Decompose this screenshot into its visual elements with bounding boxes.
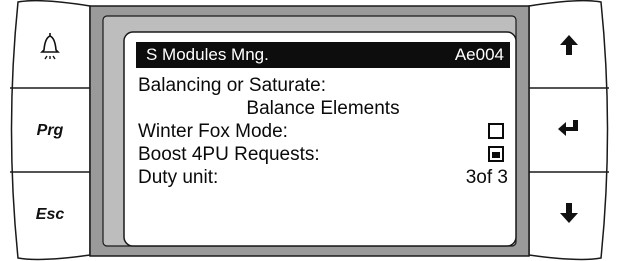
boost-checkbox[interactable]	[488, 146, 504, 162]
screen-code: Ae004	[454, 45, 504, 64]
arrow-down-icon	[559, 202, 579, 229]
duty-unit-row: Duty unit: 3of 3	[138, 166, 508, 190]
escape-button[interactable]: Esc	[12, 176, 88, 254]
balancing-row: Balancing or Saturate:	[138, 74, 508, 98]
balancing-value[interactable]: Balance Elements	[138, 97, 508, 121]
balancing-label: Balancing or Saturate:	[138, 75, 327, 96]
enter-return-icon	[557, 119, 581, 144]
screen-title: S Modules Mng.	[146, 45, 269, 64]
screen-title-bar: S Modules Mng. Ae004	[136, 42, 510, 68]
winter-fox-label: Winter Fox Mode:	[138, 121, 288, 142]
down-button[interactable]	[531, 176, 607, 254]
duty-unit-value[interactable]: 3of 3	[466, 166, 508, 190]
boost-label: Boost 4PU Requests:	[138, 144, 320, 165]
duty-unit-label: Duty unit:	[138, 167, 219, 188]
program-button[interactable]: Prg	[12, 92, 88, 170]
arrow-up-icon	[559, 34, 579, 61]
controller-panel: Prg Esc S Modules Mng. Ae004 Balancing o…	[0, 0, 619, 261]
bell-icon	[36, 30, 64, 65]
boost-row: Boost 4PU Requests:	[138, 143, 508, 167]
program-button-label: Prg	[36, 122, 64, 139]
winter-fox-row: Winter Fox Mode:	[138, 120, 508, 144]
alarm-button[interactable]	[12, 8, 88, 86]
escape-button-label: Esc	[35, 206, 65, 223]
up-button[interactable]	[531, 8, 607, 86]
lcd-screen: S Modules Mng. Ae004 Balancing or Satura…	[129, 36, 513, 230]
enter-button[interactable]	[531, 92, 607, 170]
winter-fox-checkbox[interactable]	[488, 123, 504, 139]
